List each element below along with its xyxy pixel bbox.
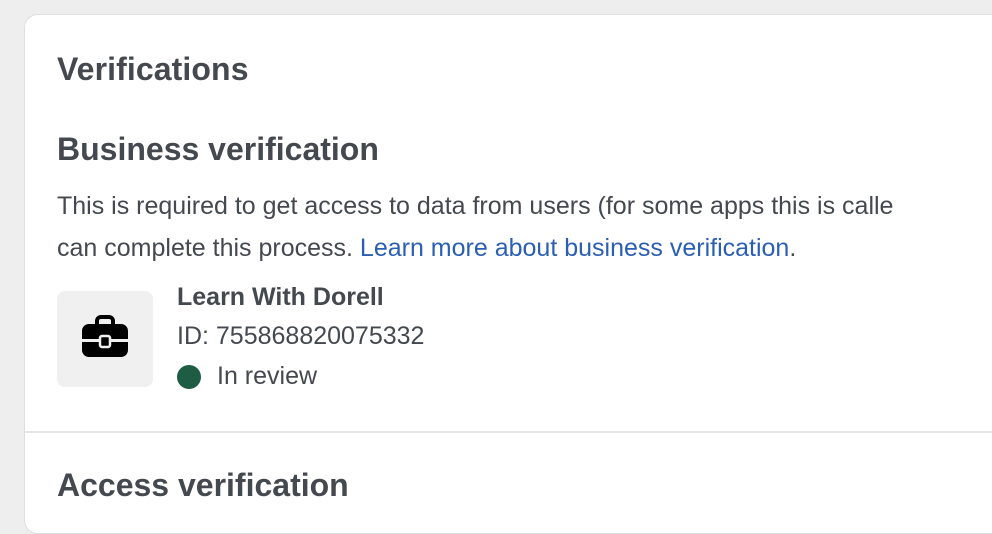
business-id: ID: 755868820075332 (177, 322, 425, 350)
verification-status: In review (177, 362, 317, 391)
business-name: Learn With Dorell (177, 283, 384, 311)
business-avatar (57, 291, 153, 387)
description-line-2-suffix: . (789, 234, 797, 262)
description-line-2-prefix: can complete this process. (57, 234, 360, 262)
business-verification-description: This is required to get access to data f… (57, 185, 992, 269)
section-divider (25, 431, 992, 433)
status-label: In review (217, 362, 318, 390)
business-verification-title: Business verification (57, 131, 379, 167)
briefcase-icon (81, 314, 129, 364)
verifications-title: Verifications (57, 51, 249, 87)
access-verification-title: Access verification (57, 467, 349, 503)
description-line-1: This is required to get access to data f… (57, 192, 894, 220)
status-indicator-dot (177, 364, 201, 389)
verifications-card: Verifications Business verification This… (24, 14, 992, 534)
learn-more-business-verification-link[interactable]: Learn more about business verification (360, 234, 789, 262)
description-line-2: can complete this process. Learn more ab… (57, 227, 992, 269)
